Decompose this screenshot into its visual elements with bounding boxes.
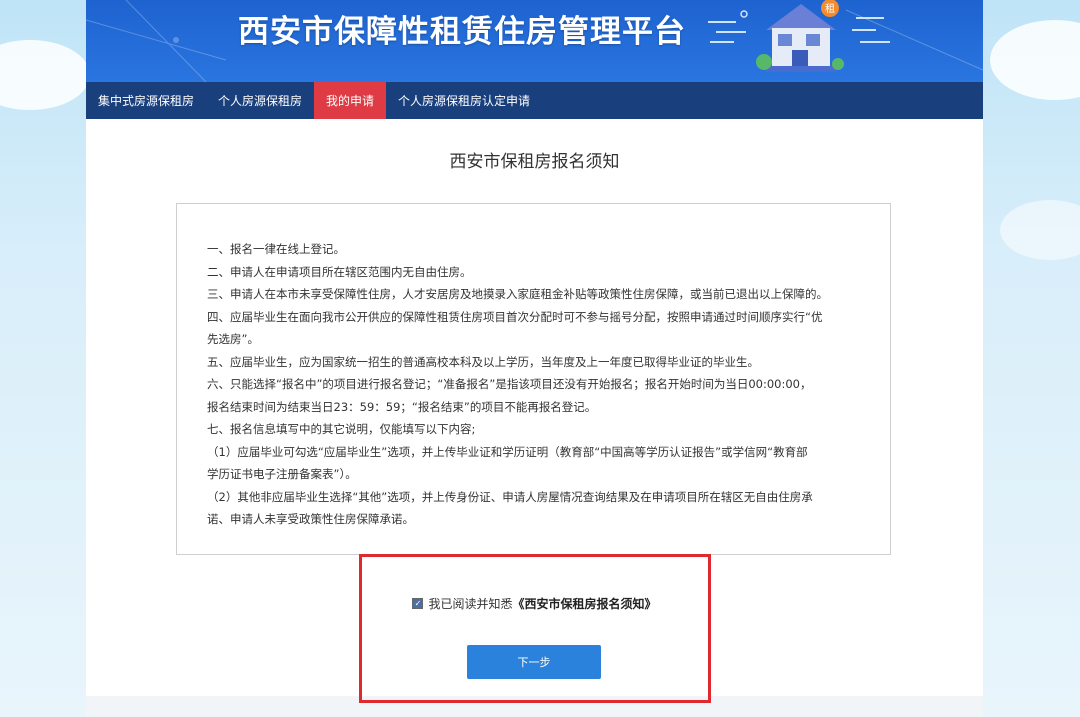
house-icon: 租: [708, 0, 890, 72]
notice-line: 一、报名一律在线上登记。: [207, 242, 345, 256]
notice-line: 学历证书电子注册备案表”）。: [207, 467, 357, 481]
notice-line: 报名结束时间为结束当日23：59：59；“报名结束”的项目不能再报名登记。: [207, 399, 597, 414]
notice-line: 先选房”。: [207, 332, 259, 346]
notice-line: 三、申请人在本市未享受保障性住房，人才安居房及地摸录入家庭租金补贴等政策性住房保…: [207, 287, 828, 301]
cloud-decoration: [990, 20, 1080, 100]
notice-line: 六、只能选择“报名中”的项目进行报名登记；“准备报名”是指该项目还没有开始报名；…: [207, 377, 812, 391]
highlight-annotation: [359, 554, 711, 703]
cloud-decoration: [0, 40, 90, 110]
notice-line: （1）应届毕业可勾选“应届毕业生”选项，并上传毕业证和学历证明（教育部“中国高等…: [207, 444, 808, 459]
nav-item-personal-housing-certification[interactable]: 个人房源保租房认定申请: [386, 82, 542, 119]
main-nav: 集中式房源保租房 个人房源保租房 我的申请 个人房源保租房认定申请: [86, 82, 983, 119]
nav-item-personal-housing[interactable]: 个人房源保租房: [206, 82, 314, 119]
house-badge: 租: [825, 2, 835, 15]
notice-line: 四、应届毕业生在面向我市公开供应的保障性租赁住房项目首次分配时可不参与摇号分配，…: [207, 309, 823, 324]
notice-line: 二、申请人在申请项目所在辖区范围内无自由住房。: [207, 264, 472, 279]
notice-line: （2）其他非应届毕业生选择“其他”选项，并上传身份证、申请人房屋情况查询结果及在…: [207, 489, 813, 504]
nav-item-my-applications[interactable]: 我的申请: [314, 82, 387, 119]
notice-line: 五、应届毕业生，应为国家统一招生的普通高校本科及以上学历，当年度及上一年度已取得…: [207, 354, 759, 369]
notice-box: 一、报名一律在线上登记。 二、申请人在申请项目所在辖区范围内无自由住房。 三、申…: [176, 203, 891, 555]
notice-line: 七、报名信息填写中的其它说明，仅能填写以下内容;: [207, 422, 476, 436]
cloud-decoration: [1000, 200, 1080, 260]
notice-text: 一、报名一律在线上登记。 二、申请人在申请项目所在辖区范围内无自由住房。 三、申…: [207, 238, 867, 531]
site-header: 西安市保障性租赁住房管理平台 租: [86, 0, 983, 82]
site-title: 西安市保障性租赁住房管理平台: [238, 14, 686, 50]
notice-line: 诺、申请人未享受政策性住房保障承诺。: [207, 512, 414, 526]
page-title: 西安市保租房报名须知: [449, 152, 620, 172]
nav-item-centralized-housing[interactable]: 集中式房源保租房: [86, 82, 206, 119]
